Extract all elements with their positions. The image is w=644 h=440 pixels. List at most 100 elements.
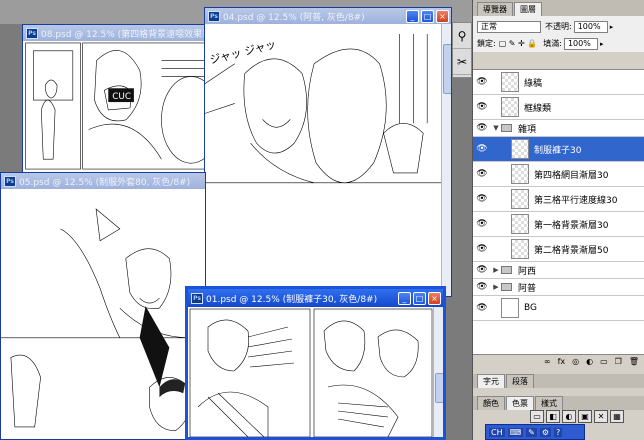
doc-window-08[interactable]: Ps 08.psd @ 12.5% (第四格背景遠噁效果筆刷, 灰色/8#) <box>22 24 232 174</box>
svg-text:CUC: CUC <box>112 92 131 102</box>
lock-icons[interactable]: ▢ ✎ ✛ 🔒 <box>499 39 538 48</box>
folder-icon <box>501 283 512 291</box>
ps-file-icon: Ps <box>208 10 220 22</box>
layer-group-row[interactable]: 👁 ▼ 雜項 <box>473 120 644 137</box>
close-button[interactable]: × <box>436 9 449 23</box>
layer-row[interactable]: 👁 第一格背景漸層30 <box>473 212 644 237</box>
doc-04-scrollbar[interactable] <box>441 24 451 296</box>
mask-icon[interactable]: ◎ <box>572 357 579 366</box>
layer-row[interactable]: 👁 第三格平行速度線30 <box>473 187 644 212</box>
layer-row[interactable]: 👁 第四格網目漸層30 <box>473 162 644 187</box>
layer-name: BG <box>524 303 537 313</box>
maximize-button[interactable]: □ <box>421 9 434 23</box>
ime-icon[interactable]: ⌨ <box>507 427 524 437</box>
tool-icon[interactable]: ⚲ <box>453 23 471 49</box>
layer-thumbnail <box>501 298 519 318</box>
layer-name: 阿普 <box>518 283 537 294</box>
layers-panel: 導覽器 圖層 正常 不透明: 100% ▸ 鎖定: ▢ ✎ ✛ 🔒 填滿: 10… <box>472 0 644 440</box>
help-icon[interactable]: ? <box>554 427 563 437</box>
eye-icon[interactable]: 👁 <box>473 219 491 229</box>
doc-window-01[interactable]: Ps 01.psd @ 12.5% (制服褲子30, 灰色/8#) _ □ × <box>185 286 446 440</box>
fill-input[interactable]: 100% <box>563 37 598 50</box>
layer-row-background[interactable]: 👁 BG <box>473 296 644 321</box>
layer-name: 框線類 <box>524 103 552 114</box>
maximize-button[interactable]: □ <box>413 291 426 305</box>
new-group-icon[interactable]: ▭ <box>600 357 608 366</box>
mode-icon[interactable]: ◧ <box>546 410 560 423</box>
layer-thumbnail <box>501 72 519 92</box>
opacity-input[interactable]: 100% <box>573 20 608 33</box>
tool-icon[interactable]: ✂ <box>453 49 471 75</box>
mode-icon[interactable]: ▭ <box>530 410 544 423</box>
layer-row[interactable]: 👁 框線類 <box>473 95 644 120</box>
chevron-right-icon[interactable]: ▸ <box>600 40 604 48</box>
eye-icon[interactable]: 👁 <box>473 194 491 204</box>
doc-window-04-titlebar[interactable]: Ps 04.psd @ 12.5% (阿普, 灰色/8#) _ □ × <box>205 8 451 24</box>
link-icon[interactable]: ∞ <box>544 357 551 366</box>
layer-name: 第四格網目漸層30 <box>534 170 609 181</box>
layer-group-row[interactable]: 👁 ▶ 阿西 <box>473 262 644 279</box>
doc-canvas-08[interactable]: CUC <box>23 41 231 173</box>
mode-icon[interactable]: ▦ <box>610 410 624 423</box>
eye-icon[interactable]: 👁 <box>473 265 491 275</box>
tab-navigator[interactable]: 導覽器 <box>477 2 513 16</box>
adjustment-icon[interactable]: ◐ <box>586 357 593 366</box>
doc-window-05[interactable]: Ps 05.psd @ 12.5% (制服外套80, 灰色/8#) <box>0 172 206 440</box>
layer-thumbnail <box>511 189 529 209</box>
tab-paragraph[interactable]: 段落 <box>506 374 534 388</box>
tab-styles[interactable]: 樣式 <box>535 396 563 410</box>
trash-icon[interactable]: 🗑 <box>629 357 639 366</box>
layer-row[interactable]: 👁 第二格背景漸層50 <box>473 237 644 262</box>
layer-thumbnail <box>501 97 519 117</box>
tab-layers[interactable]: 圖層 <box>514 2 542 16</box>
layer-name: 第三格平行速度線30 <box>534 195 618 206</box>
blend-mode-select[interactable]: 正常 <box>477 20 541 33</box>
eye-icon[interactable]: 👁 <box>473 244 491 254</box>
chevron-right-icon[interactable]: ▶ <box>491 283 501 291</box>
tab-character[interactable]: 字元 <box>477 374 505 388</box>
tab-color[interactable]: 顏色 <box>477 396 505 410</box>
doc-canvas-01[interactable] <box>188 307 443 437</box>
doc-window-08-title: 08.psd @ 12.5% (第四格背景遠噁效果筆刷, 灰色/8#) <box>41 29 231 40</box>
doc-window-01-titlebar[interactable]: Ps 01.psd @ 12.5% (制服褲子30, 灰色/8#) _ □ × <box>188 289 443 307</box>
doc-canvas-04[interactable]: ジャッ ジャッ <box>205 24 451 296</box>
chevron-right-icon[interactable]: ▸ <box>610 23 614 31</box>
doc-01-scrollbar[interactable] <box>433 307 443 437</box>
mode-icon[interactable]: ◐ <box>562 410 576 423</box>
pen-icon[interactable]: ✎ <box>526 427 537 437</box>
close-button[interactable]: × <box>428 291 441 305</box>
manga-page-04: ジャッ ジャッ <box>205 24 451 296</box>
lock-row: 鎖定: ▢ ✎ ✛ 🔒 填滿: 100% ▸ <box>473 35 644 52</box>
language-indicator[interactable]: CH <box>489 427 505 437</box>
eye-icon[interactable]: 👁 <box>473 77 491 87</box>
eye-icon[interactable]: 👁 <box>473 169 491 179</box>
eye-icon[interactable]: 👁 <box>473 102 491 112</box>
minimize-button[interactable]: _ <box>398 291 411 305</box>
layer-row[interactable]: 👁 綠稿 <box>473 70 644 95</box>
layer-list: 👁 綠稿 👁 框線類 👁 ▼ 雜項 👁 制服褲子30 👁 第四格網目漸層30 👁… <box>473 69 644 354</box>
settings-icon[interactable]: ⚙ <box>539 427 552 437</box>
mode-icon[interactable]: ✕ <box>594 410 608 423</box>
eye-icon[interactable]: 👁 <box>473 144 491 154</box>
layer-group-row[interactable]: 👁 ▶ 阿普 <box>473 279 644 296</box>
doc-window-05-titlebar[interactable]: Ps 05.psd @ 12.5% (制服外套80, 灰色/8#) <box>1 173 205 189</box>
chevron-right-icon[interactable]: ▶ <box>491 266 501 274</box>
doc-window-08-titlebar[interactable]: Ps 08.psd @ 12.5% (第四格背景遠噁效果筆刷, 灰色/8#) <box>23 25 231 41</box>
layer-name: 第二格背景漸層50 <box>534 245 609 256</box>
language-bar: CH ⌨ ✎ ⚙ ? <box>485 424 585 440</box>
doc-window-05-title: 05.psd @ 12.5% (制服外套80, 灰色/8#) <box>19 177 191 188</box>
mode-icon[interactable]: ▣ <box>578 410 592 423</box>
new-layer-icon[interactable]: ❐ <box>615 357 622 366</box>
doc-window-04[interactable]: Ps 04.psd @ 12.5% (阿普, 灰色/8#) _ □ × ジャッ … <box>204 7 452 297</box>
eye-icon[interactable]: 👁 <box>473 123 491 133</box>
mode-icon-row: ▭ ◧ ◐ ▣ ✕ ▦ <box>530 410 642 424</box>
doc-canvas-05[interactable] <box>1 189 205 439</box>
layer-name: 綠稿 <box>524 78 543 89</box>
layer-row-selected[interactable]: 👁 制服褲子30 <box>473 137 644 162</box>
chevron-down-icon[interactable]: ▼ <box>491 124 501 132</box>
eye-icon[interactable]: 👁 <box>473 282 491 292</box>
tab-swatches[interactable]: 色票 <box>506 396 534 410</box>
fx-icon[interactable]: fx <box>558 357 566 366</box>
eye-icon[interactable]: 👁 <box>473 303 491 313</box>
minimize-button[interactable]: _ <box>406 9 419 23</box>
